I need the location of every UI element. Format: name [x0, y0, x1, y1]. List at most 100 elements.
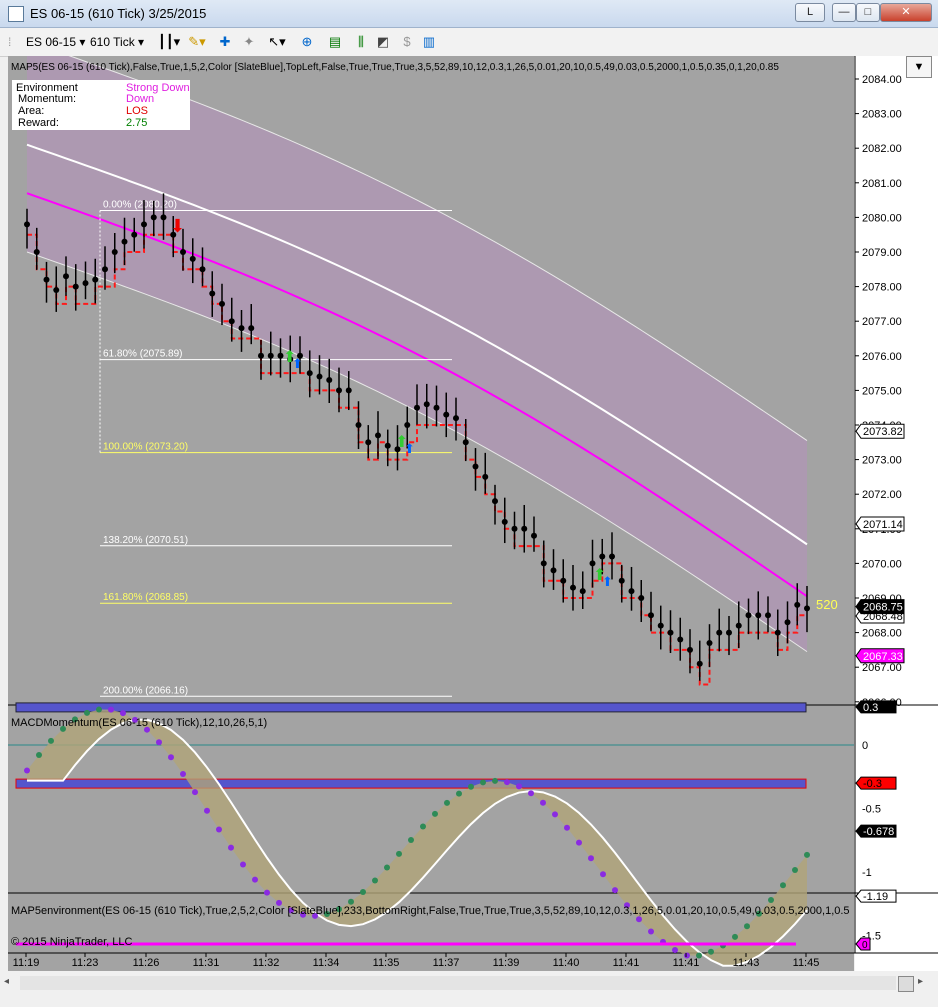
- macd-dot: [528, 790, 534, 797]
- indicators-icon[interactable]: ⫼: [352, 33, 370, 51]
- price-bar-close: [482, 473, 489, 480]
- price-bar-close: [267, 352, 274, 359]
- price-bar-close: [92, 276, 99, 283]
- macd-tick-label: 0: [862, 740, 868, 752]
- minimize-button[interactable]: —: [832, 3, 856, 22]
- price-tick-label: 2068.00: [862, 628, 902, 640]
- price-bar-close: [531, 532, 537, 539]
- macd-tick-label: -1: [862, 867, 872, 879]
- price-bar-close: [160, 214, 167, 221]
- price-tag-label: 2067.33: [863, 651, 903, 663]
- price-bar-close: [784, 619, 791, 626]
- macd-dot: [672, 946, 678, 953]
- macd-tick-label: -0.5: [862, 804, 881, 816]
- macd-dot: [552, 811, 558, 818]
- pencil-icon[interactable]: ✎▾: [188, 33, 206, 51]
- chart-menu-dropdown[interactable]: ▼: [906, 56, 932, 78]
- crosshair-icon[interactable]: ✚: [216, 33, 234, 51]
- pointer-icon[interactable]: ↖▾: [268, 33, 286, 51]
- momentum-value: Down: [126, 93, 155, 105]
- dollar-icon[interactable]: $: [398, 33, 416, 51]
- zoom-icon[interactable]: ⊕: [298, 33, 316, 51]
- price-bar-close: [248, 325, 255, 332]
- macd-dot: [492, 777, 498, 784]
- price-bar-close: [414, 404, 420, 411]
- macd-dot: [516, 783, 522, 790]
- price-bar-close: [765, 612, 771, 619]
- price-bar-close: [228, 318, 235, 325]
- price-bar-close: [521, 525, 528, 532]
- scroll-thumb[interactable]: [898, 976, 914, 992]
- chart-trader-icon[interactable]: ◩: [374, 33, 392, 51]
- price-bar-close: [706, 639, 713, 646]
- maximize-button[interactable]: □: [856, 3, 880, 22]
- interval-selector[interactable]: 610 Tick ▾: [90, 32, 144, 52]
- price-tick-label: 2076.00: [862, 351, 902, 363]
- price-bar-close: [180, 249, 186, 255]
- price-bar-close: [63, 273, 69, 280]
- price-bar-close: [501, 518, 508, 525]
- price-chart[interactable]: 0.00% (2080.20) 61.80% (2075.89) 100.00% (…: [0, 56, 938, 971]
- price-bar-close: [121, 238, 128, 245]
- price-bar-close: [628, 588, 635, 595]
- price-bar-close: [141, 221, 147, 228]
- scroll-right-arrow[interactable]: ▸: [918, 976, 930, 990]
- toolbar-grip: ⁞: [8, 35, 12, 49]
- copyright-label: © 2015 NinjaTrader, LLC: [11, 936, 132, 948]
- macd-dot: [84, 709, 90, 716]
- macd-dot: [108, 706, 114, 713]
- price-bar-close: [355, 422, 362, 428]
- properties-icon[interactable]: ▥: [420, 33, 438, 51]
- price-bar-close: [306, 370, 313, 377]
- macd-dot: [252, 876, 258, 883]
- price-bar-close: [209, 290, 216, 297]
- bar-type-icon[interactable]: ┃┃▾: [158, 33, 180, 51]
- price-bar-close: [375, 432, 381, 439]
- price-bar-close: [316, 373, 323, 380]
- price-bar-close: [150, 214, 157, 221]
- price-bar-close: [774, 629, 781, 636]
- environment-indicator-label: MAP5environment(ES 06-15 (610 Tick),True…: [11, 905, 850, 917]
- price-bar-close: [618, 577, 625, 584]
- macd-dot: [48, 737, 54, 744]
- macd-dot: [576, 839, 582, 846]
- macd-dot: [732, 933, 738, 940]
- price-bar-close: [33, 249, 40, 255]
- price-tick-label: 2070.00: [862, 558, 902, 570]
- close-button[interactable]: ✕: [880, 3, 932, 22]
- macd-dot: [744, 923, 750, 930]
- macd-dot: [348, 898, 354, 905]
- price-bar-close: [72, 283, 79, 290]
- macd-dot: [408, 836, 414, 843]
- strategies-icon[interactable]: ▤: [326, 33, 344, 51]
- global-crosshair-icon[interactable]: ✦: [240, 33, 258, 51]
- macd-tag-label: -0.3: [863, 778, 882, 790]
- price-bar-close: [511, 525, 518, 532]
- macd-dot: [96, 706, 102, 713]
- macd-dot: [264, 889, 270, 896]
- price-bar-close: [53, 287, 60, 294]
- sell-arrow-icon: ⬇: [170, 216, 185, 237]
- price-tick-label: 2072.00: [862, 489, 902, 501]
- price-bar-close: [609, 553, 615, 560]
- scroll-left-arrow[interactable]: ◂: [4, 976, 16, 990]
- macd-dot: [240, 861, 246, 868]
- macd-dot: [228, 844, 234, 851]
- bar-counter: 520: [816, 597, 838, 612]
- price-bar-close: [345, 387, 352, 394]
- scroll-track[interactable]: [20, 976, 896, 990]
- macd-dot: [192, 789, 198, 796]
- price-bar-close: [111, 249, 118, 255]
- price-tick-label: 2083.00: [862, 109, 902, 121]
- instrument-selector[interactable]: ES 06-15 ▾: [26, 32, 85, 52]
- horizontal-scrollbar[interactable]: ◂ ▸: [0, 972, 938, 1007]
- link-button[interactable]: L: [795, 3, 825, 22]
- chevron-down-icon: ▼: [913, 61, 925, 73]
- price-bar-close: [550, 567, 557, 574]
- area-value: LOS: [126, 105, 149, 117]
- macd-dot: [156, 739, 162, 746]
- entry-arrow-icon: ⬆: [292, 357, 303, 372]
- price-tick-label: 2067.00: [862, 662, 902, 674]
- macd-dot: [804, 851, 810, 858]
- reward-label: Reward:: [18, 117, 59, 129]
